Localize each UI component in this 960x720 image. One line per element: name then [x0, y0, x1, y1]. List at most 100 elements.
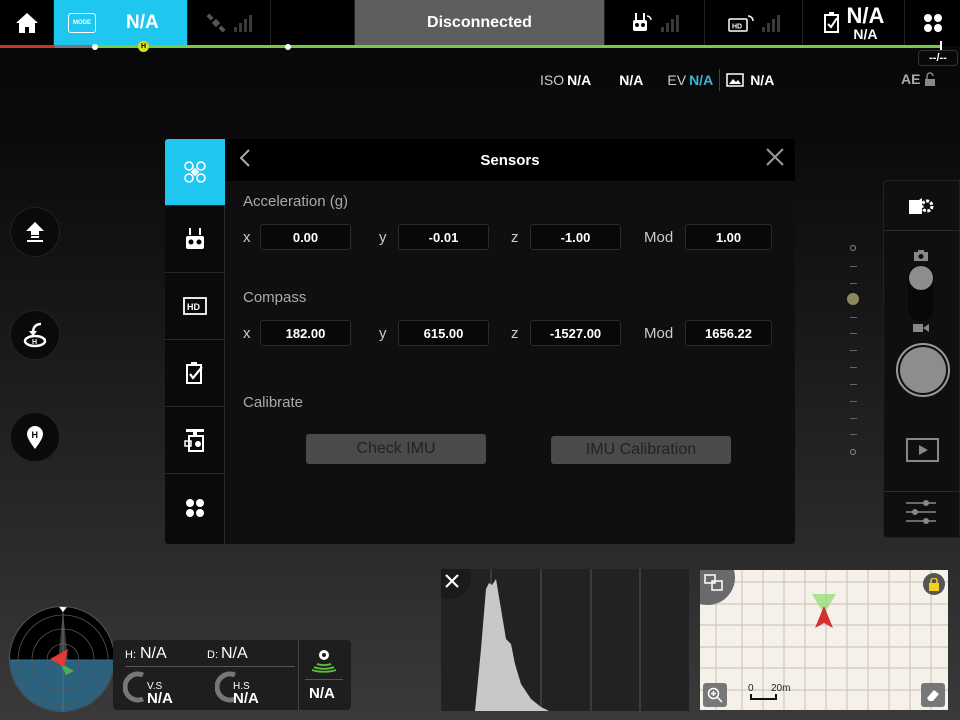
- chevron-left-icon: [239, 149, 250, 167]
- photo-video-toggle[interactable]: [908, 265, 934, 321]
- battery-marker: [285, 44, 291, 50]
- close-icon: [766, 148, 784, 166]
- mod-label: Mod: [644, 324, 674, 342]
- map-zoom-button[interactable]: [703, 683, 727, 707]
- mini-map[interactable]: 0 20m: [700, 570, 948, 710]
- nav-remote-controller[interactable]: [165, 206, 225, 273]
- height-label: H:: [125, 649, 136, 661]
- map-lock-button[interactable]: [923, 573, 945, 595]
- camera-parameters[interactable]: ISO N/A N/A EV N/A N/A: [540, 69, 774, 91]
- home-icon: [15, 13, 38, 33]
- acceleration-row: x 0.00 y -0.01 z -1.00 Mod 1.00: [225, 217, 785, 257]
- axis-x-label: x: [243, 324, 251, 342]
- takeoff-button[interactable]: [10, 207, 60, 257]
- map-grid: [700, 570, 948, 710]
- distance-value: N/A: [221, 645, 248, 662]
- ev-label: EV: [667, 72, 687, 88]
- camera-control-panel: [883, 180, 960, 538]
- home-point-button[interactable]: H: [10, 412, 60, 462]
- imu-calibration-button[interactable]: IMU Calibration: [551, 436, 731, 464]
- compass-z-value: -1527.00: [530, 320, 621, 346]
- back-button[interactable]: [239, 149, 251, 173]
- battery-status[interactable]: N/A N/A: [803, 0, 905, 46]
- shutter-value: N/A: [619, 72, 644, 88]
- slider-tick: [850, 283, 857, 284]
- general-settings-button[interactable]: [905, 0, 960, 46]
- dialog-title: Sensors: [480, 151, 540, 169]
- low-battery-marker: [92, 44, 98, 50]
- video-mode-icon: [913, 324, 929, 332]
- nav-gimbal[interactable]: [165, 407, 225, 474]
- swap-view-icon: [704, 574, 723, 591]
- accel-mod-value: 1.00: [685, 224, 772, 250]
- sensors-dialog: HD Sensors Acceleration (g) x 0.00 y -0.…: [165, 139, 795, 544]
- radar-graphic: [10, 607, 114, 711]
- axis-y-label: y: [379, 324, 387, 342]
- ev-value: N/A: [689, 72, 714, 88]
- check-imu-button[interactable]: Check IMU: [306, 434, 486, 464]
- svg-text:H: H: [32, 430, 39, 440]
- nav-more[interactable]: [165, 474, 225, 541]
- gimbal-slider[interactable]: [846, 240, 860, 460]
- nav-aircraft[interactable]: [165, 139, 225, 206]
- scale-bar: [750, 694, 777, 700]
- home-button[interactable]: [0, 0, 54, 46]
- iso-value: N/A: [567, 72, 592, 88]
- playback-button[interactable]: [906, 438, 939, 462]
- home-return-marker: H: [138, 41, 149, 52]
- close-button[interactable]: [765, 147, 785, 172]
- clear-path-button[interactable]: [921, 683, 945, 707]
- camera-params-button[interactable]: [904, 499, 938, 530]
- nav-battery[interactable]: [165, 340, 225, 407]
- connection-status: Disconnected: [355, 0, 605, 46]
- attitude-radar[interactable]: [9, 606, 115, 712]
- hd-link-signal[interactable]: HD: [705, 0, 803, 46]
- toggle-knob: [909, 266, 933, 290]
- nav-hd-link[interactable]: HD: [165, 273, 225, 340]
- accel-z-value: -1.00: [530, 224, 621, 250]
- scale-zero: 0: [748, 683, 754, 694]
- shutter-button[interactable]: [896, 343, 950, 397]
- slider-tick: [850, 384, 857, 385]
- accel-y-value: -0.01: [398, 224, 489, 250]
- dialog-header: Sensors: [225, 139, 795, 181]
- axis-y-label: y: [379, 228, 387, 246]
- aircraft-icon: [184, 161, 206, 183]
- axis-x-label: x: [243, 228, 251, 246]
- settings-sidebar: HD: [165, 139, 225, 544]
- ae-lock-button[interactable]: AE: [901, 71, 936, 87]
- accel-x-value: 0.00: [260, 224, 351, 250]
- image-storage-icon: [726, 73, 744, 87]
- slider-thumb[interactable]: [847, 293, 859, 305]
- telemetry-divider: [305, 679, 343, 680]
- camera-settings-button[interactable]: [884, 181, 960, 231]
- battery-icon: [823, 12, 839, 33]
- flight-mode-indicator[interactable]: MODE N/A: [54, 0, 188, 46]
- ae-label: AE: [901, 71, 921, 87]
- histogram: [441, 569, 689, 711]
- vs-value: N/A: [147, 690, 173, 707]
- gps-status[interactable]: [188, 0, 271, 46]
- remaining-flight-time: --/--: [918, 50, 958, 66]
- slider-tick: [850, 418, 857, 419]
- vision-value: N/A: [309, 685, 335, 702]
- iso-label: ISO: [540, 72, 565, 88]
- histogram-curve: [475, 579, 549, 711]
- sliders-icon: [906, 500, 936, 524]
- telemetry-divider: [298, 640, 299, 710]
- vision-positioning-icon: [311, 650, 337, 673]
- height-value: N/A: [140, 645, 167, 662]
- axis-z-label: z: [511, 324, 519, 342]
- camera-settings-icon: [909, 197, 934, 214]
- compass-heading: Compass: [243, 289, 307, 306]
- hd-signal-bars: [761, 14, 780, 32]
- rc-signal[interactable]: [605, 0, 705, 46]
- takeoff-icon: [26, 222, 44, 242]
- zoom-in-icon: [707, 687, 723, 703]
- slider-tick: [850, 367, 857, 368]
- slider-tick: [850, 434, 857, 435]
- return-home-button[interactable]: H: [10, 310, 60, 360]
- slider-top-end: [850, 245, 856, 251]
- slider-tick: [850, 401, 857, 402]
- param-divider: [719, 69, 721, 91]
